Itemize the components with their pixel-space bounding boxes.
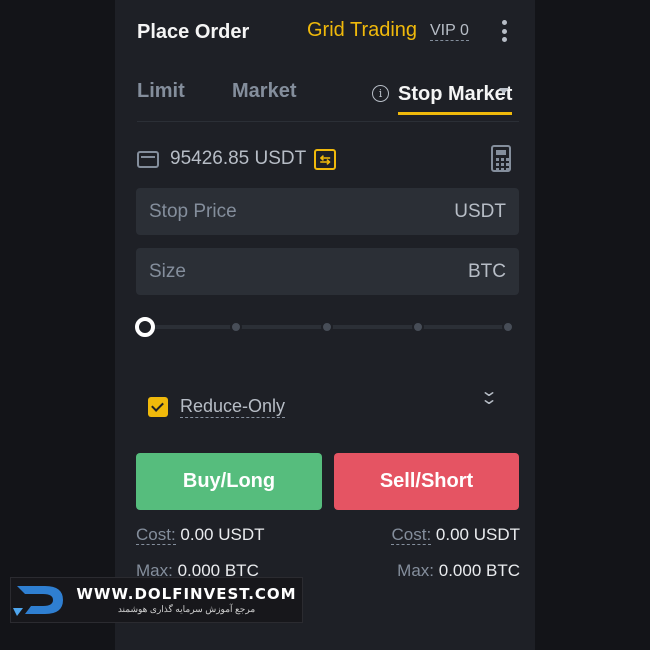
vertical-dots-icon[interactable] bbox=[497, 18, 511, 44]
stop-price-label: Stop Price bbox=[149, 200, 237, 222]
sell-max-value: 0.000 BTC bbox=[438, 561, 520, 580]
right-background bbox=[535, 0, 650, 650]
balance-value: 95426.85 USDT bbox=[170, 148, 307, 169]
reduce-only-option[interactable]: Reduce-Only bbox=[148, 395, 286, 418]
tab-stop-market-label: Stop Market bbox=[398, 77, 513, 115]
slider-step-50[interactable] bbox=[321, 321, 333, 333]
double-chevron-down-icon[interactable]: ⌄ ⌄ bbox=[480, 384, 499, 408]
watermark-banner: WWW.DOLFINVEST.COM مرجع آموزش سرمایه گذا… bbox=[10, 577, 303, 623]
order-panel: Place Order Grid Trading VIP 0 Limit Mar… bbox=[115, 0, 535, 650]
sell-max: Max: 0.000 BTC bbox=[397, 561, 520, 581]
info-icon[interactable]: i bbox=[372, 84, 389, 102]
size-unit: BTC bbox=[468, 260, 506, 282]
transfer-icon[interactable]: ⇆ bbox=[314, 148, 337, 170]
slider-thumb[interactable] bbox=[135, 317, 155, 337]
slider-step-25[interactable] bbox=[230, 321, 242, 333]
tab-market[interactable]: Market bbox=[232, 80, 296, 103]
wallet-icon bbox=[137, 150, 159, 168]
calculator-icon[interactable] bbox=[491, 145, 511, 172]
cost-label: Cost: bbox=[391, 525, 432, 545]
available-balance: 95426.85 USDT ⇆ bbox=[137, 146, 337, 172]
sell-short-button[interactable]: Sell/Short bbox=[334, 453, 519, 510]
max-label: Max: bbox=[397, 561, 434, 580]
watermark-subtitle: مرجع آموزش سرمایه گذاری هوشمند bbox=[117, 604, 256, 614]
sell-cost-value: 0.00 USDT bbox=[435, 525, 520, 544]
size-slider[interactable] bbox=[135, 317, 514, 337]
size-label: Size bbox=[149, 260, 186, 282]
size-input[interactable]: Size BTC bbox=[136, 248, 519, 295]
watermark-text: WWW.DOLFINVEST.COM مرجع آموزش سرمایه گذا… bbox=[71, 585, 302, 615]
tab-limit[interactable]: Limit bbox=[137, 80, 185, 103]
slider-step-100[interactable] bbox=[502, 321, 514, 333]
page-title: Place Order bbox=[137, 20, 250, 43]
stop-price-input[interactable]: Stop Price USDT bbox=[136, 188, 519, 235]
buy-cost-value: 0.00 USDT bbox=[180, 525, 265, 544]
watermark-url: WWW.DOLFINVEST.COM bbox=[76, 585, 297, 603]
reduce-only-label[interactable]: Reduce-Only bbox=[180, 395, 286, 418]
reduce-only-checkbox[interactable] bbox=[148, 396, 168, 417]
sell-cost: Cost: 0.00 USDT bbox=[391, 525, 520, 545]
left-background bbox=[0, 0, 115, 650]
tab-stop-market[interactable]: i Stop Market bbox=[372, 76, 513, 116]
vip-level-badge[interactable]: VIP 0 bbox=[430, 22, 469, 41]
dolphin-logo-icon bbox=[11, 578, 71, 622]
stop-price-unit: USDT bbox=[454, 200, 506, 222]
order-type-tabs: Limit Market i Stop Market bbox=[137, 78, 519, 122]
cost-label: Cost: bbox=[136, 525, 176, 545]
buy-long-button[interactable]: Buy/Long bbox=[136, 453, 322, 510]
grid-trading-link[interactable]: Grid Trading bbox=[307, 19, 417, 42]
chevron-down-icon[interactable] bbox=[499, 88, 509, 94]
buy-cost: Cost: 0.00 USDT bbox=[136, 525, 265, 545]
order-header: Place Order Grid Trading VIP 0 bbox=[137, 18, 517, 46]
slider-step-75[interactable] bbox=[412, 321, 424, 333]
